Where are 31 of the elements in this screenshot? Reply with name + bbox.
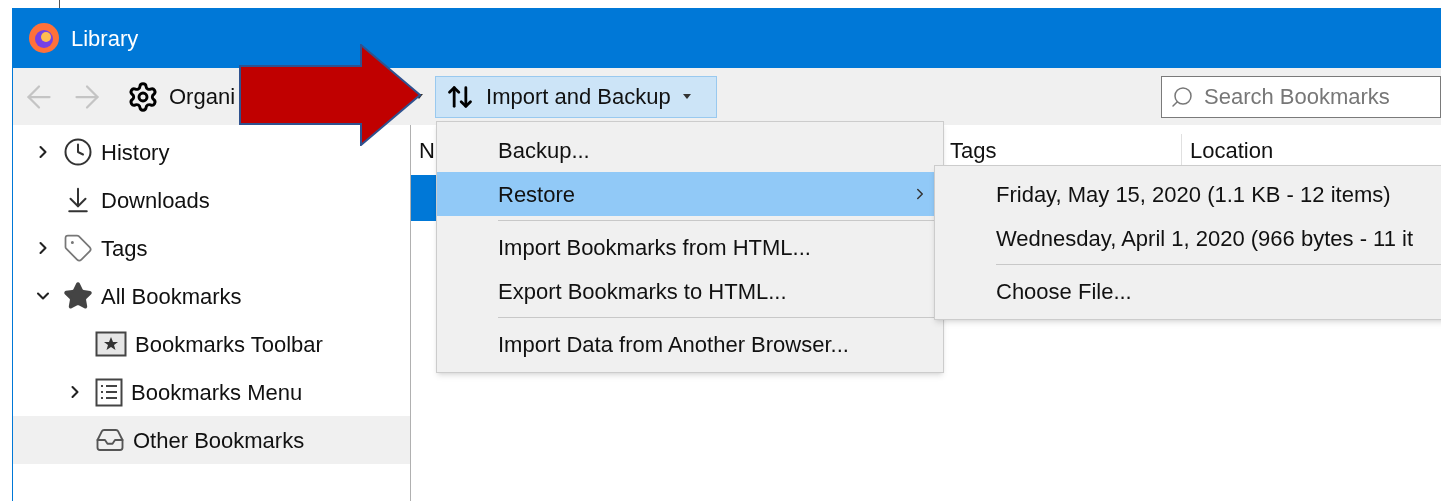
organize-button[interactable]: Organi	[127, 76, 236, 117]
sidebar-item[interactable]: History	[13, 128, 410, 176]
sidebar-item[interactable]: Other Bookmarks	[13, 416, 410, 464]
sidebar-item-label: History	[101, 138, 170, 167]
sidebar-item-label: All Bookmarks	[101, 282, 242, 311]
search-icon	[1170, 84, 1194, 109]
search-field[interactable]: Search Bookmarks	[1161, 75, 1441, 118]
app-logo-icon	[27, 21, 61, 55]
settings-icon	[127, 80, 159, 113]
menu-item[interactable]: Wednesday, April 1, 2020 (966 bytes - 11 it	[935, 216, 1441, 260]
sidebar-item-label: Downloads	[101, 186, 210, 215]
star-icon	[63, 281, 93, 311]
menu-item[interactable]: Import Data from Another Browser...	[437, 322, 943, 366]
menu-item[interactable]: Choose File...	[935, 269, 1441, 313]
list-icon	[95, 377, 123, 407]
sidebar-item-label: Tags	[101, 234, 148, 263]
sidebar-item-label: Bookmarks Toolbar	[135, 330, 323, 359]
sidebar-item[interactable]: Tags	[13, 224, 410, 272]
sidebar-item-label: Bookmarks Menu	[131, 378, 303, 407]
tag-icon	[63, 233, 93, 263]
sidebar-item[interactable]: Downloads	[13, 176, 410, 224]
sidebar-item[interactable]: Bookmarks Menu	[13, 368, 410, 416]
menu-item[interactable]: Backup...	[437, 128, 943, 172]
bookmark-toolbar-icon	[95, 331, 127, 357]
sidebar-item[interactable]: Bookmarks Toolbar	[13, 320, 410, 368]
caret-icon	[682, 94, 691, 99]
sidebar-item[interactable]: All Bookmarks	[13, 272, 410, 320]
clock-icon	[63, 137, 93, 167]
import-backup-button[interactable]: Import and Backup	[435, 75, 718, 118]
sidebar-item-label: Other Bookmarks	[133, 426, 305, 455]
window-title: Library	[71, 24, 139, 53]
